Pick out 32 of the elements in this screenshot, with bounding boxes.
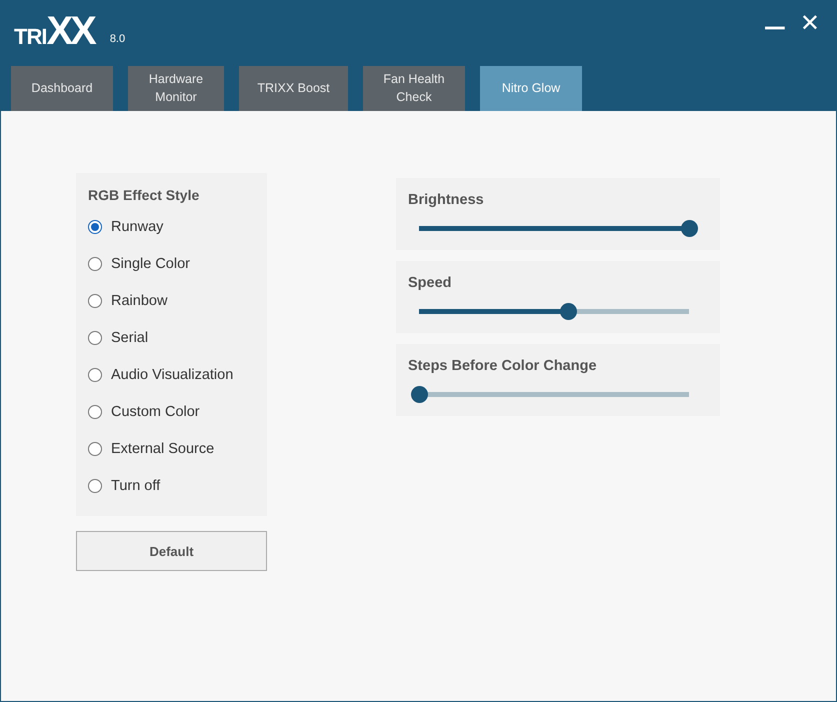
radio-label[interactable]: Rainbow	[111, 292, 168, 308]
tab[interactable]: TRIXX Boost	[239, 66, 348, 111]
slider-label: Steps Before Color Change	[408, 358, 598, 374]
logo: TRIXX	[13, 8, 96, 55]
radio-button[interactable]	[88, 330, 102, 344]
slider-thumb[interactable]	[681, 220, 698, 237]
close-button[interactable]: ✕	[796, 11, 824, 35]
tab[interactable]: Fan Health Check	[363, 66, 465, 111]
radio-button[interactable]	[88, 368, 102, 382]
radio-label[interactable]: Single Color	[111, 256, 190, 272]
radio-button[interactable]	[88, 256, 102, 270]
radio-label[interactable]: Custom Color	[111, 404, 200, 420]
radio-label[interactable]: Audio Visualization	[111, 366, 234, 382]
version-label: 8.0	[110, 33, 126, 45]
radio-label[interactable]: Serial	[111, 330, 148, 346]
radio-label[interactable]: Runway	[111, 218, 164, 234]
radio-button[interactable]	[88, 294, 102, 308]
radio-label[interactable]: External Source	[111, 440, 214, 456]
slider-thumb[interactable]	[560, 303, 576, 320]
tab[interactable]: Hardware Monitor	[128, 66, 224, 111]
radio-button[interactable]	[88, 404, 102, 418]
default-button[interactable]: Default	[76, 531, 267, 571]
section-title: RGB Effect Style	[88, 187, 200, 203]
radio-button[interactable]	[88, 220, 102, 234]
minimize-button[interactable]: —	[760, 17, 790, 39]
radio-label[interactable]: Turn off	[111, 478, 160, 494]
radio-button[interactable]	[88, 442, 102, 456]
slider-label: Brightness	[408, 192, 485, 208]
tab[interactable]: Dashboard	[11, 66, 113, 111]
slider-thumb[interactable]	[411, 386, 428, 403]
slider-label: Speed	[408, 275, 453, 291]
radio-button[interactable]	[88, 478, 102, 492]
